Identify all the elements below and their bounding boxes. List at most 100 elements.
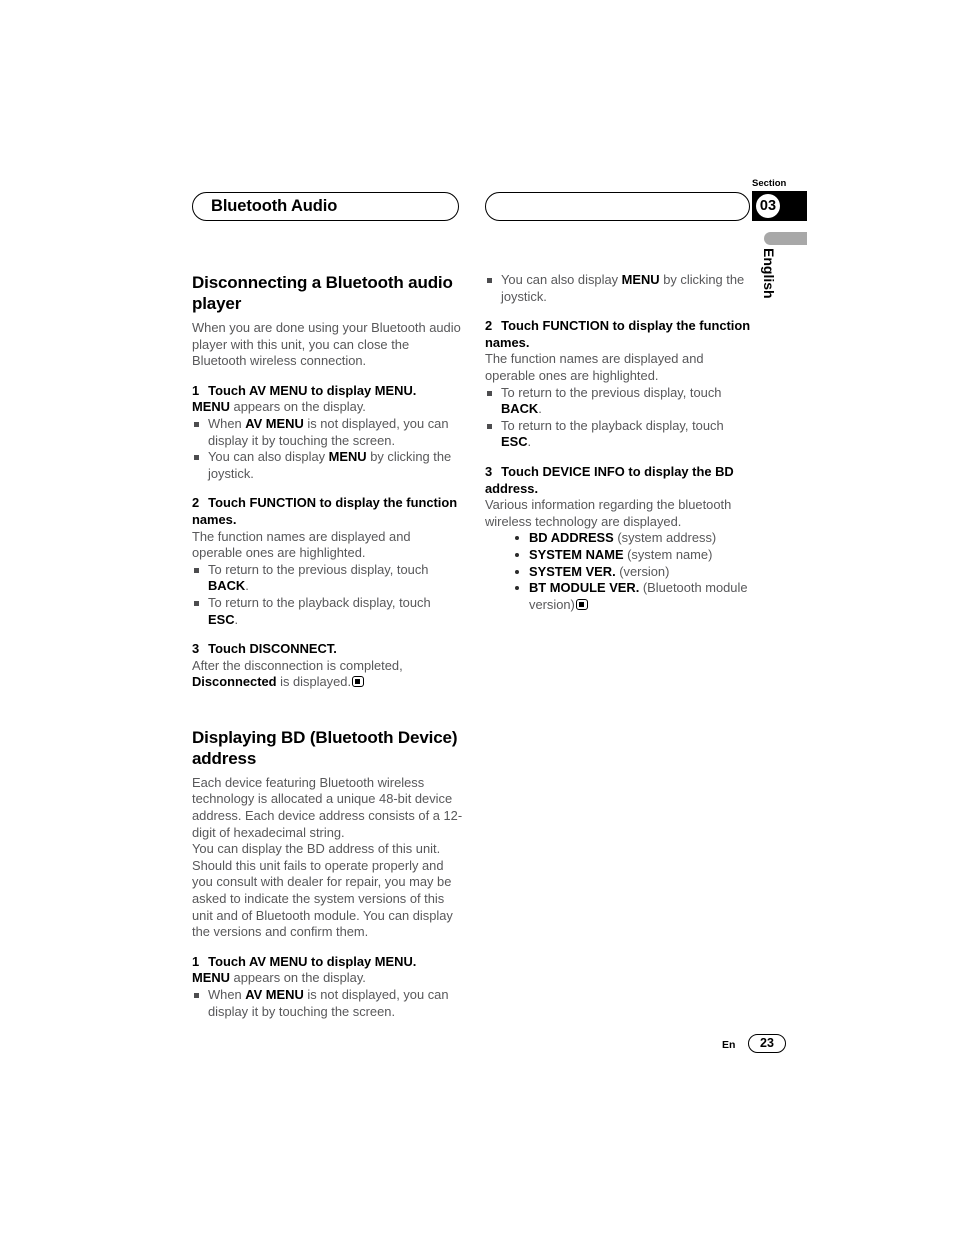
step-1-title: Touch AV MENU to display MENU. [208,382,417,398]
step-2-title: Touch FUNCTION to display the function n… [192,495,458,527]
list-item: BD ADDRESS (system address) [513,530,757,547]
right-note-top: You can also display MENU by clicking th… [485,272,757,305]
note-pre: You can also display [208,449,329,465]
right-step-2-title: Touch FUNCTION to display the function n… [485,318,751,350]
section-heading-disconnecting: Disconnecting a Bluetooth audio player [192,273,453,313]
step-1b-heading: 1 Touch AV MENU to display MENU. [192,954,464,971]
list-item-rest: (system address) [613,530,717,546]
square-bullet-icon [194,421,199,427]
note-keyword: MENU [621,272,660,287]
intro2-paragraph-1: Each device featuring Bluetooth wireless… [192,774,463,840]
note-keyword: AV MENU [245,415,304,431]
step-1b-note: When AV MENU is not displayed, you can d… [192,987,464,1020]
end-of-section-icon [352,676,365,688]
chapter-title-pill: Bluetooth Audio [192,192,459,221]
step-3-body-pre: After the disconnection is completed, [192,657,403,673]
step-1-note-2: You can also display MENU by clicking th… [192,449,464,482]
square-bullet-icon [487,423,492,429]
step-1-body-keyword: MENU [192,399,230,415]
right-step-3-heading: 3 Touch DEVICE INFO to display the BD add… [485,464,757,497]
round-bullet-icon [515,569,519,574]
note-keyword: BACK [501,401,539,417]
intro2-paragraph-2: You can display the BD address of this u… [192,841,453,940]
right-step-2-number: 2 [485,318,493,334]
step-1b-title: Touch AV MENU to display MENU. [208,953,417,969]
step-2-heading: 2 Touch FUNCTION to display the function … [192,495,464,528]
note-keyword: AV MENU [245,987,304,1002]
step-1b-number: 1 [192,953,200,969]
note-keyword: ESC [501,434,528,450]
left-column: Disconnecting a Bluetooth audio player W… [192,272,464,1020]
step-1-body: MENU appears on the display. [192,399,464,416]
square-bullet-icon [194,600,199,606]
manual-page: Bluetooth Audio Section 03 English Disco… [0,0,954,1235]
note-pre: When [208,987,246,1002]
square-bullet-icon [487,278,492,283]
square-bullet-icon [194,455,199,461]
step-1b-body: MENU appears on the display. [192,970,464,987]
step-3-body-post: is displayed. [276,674,352,690]
footer-page-number: 23 [760,1036,774,1050]
note-pre: To return to the playback display, touch [208,594,431,610]
right-column: You can also display MENU by clicking th… [485,272,757,613]
right-step-2-heading: 2 Touch FUNCTION to display the function … [485,318,757,351]
round-bullet-icon [515,536,519,541]
list-item-keyword: SYSTEM VER. [529,563,616,579]
note-pre: You can also display [501,272,622,287]
list-item: SYSTEM VER. (version) [513,564,757,581]
note-pre: When [208,415,246,431]
step-2-note-2: To return to the playback display, touch… [192,595,464,628]
right-step-3-number: 3 [485,463,493,479]
note-post: . [538,401,542,417]
section-heading-displaying-bd: Displaying BD (Bluetooth Device) address [192,727,458,768]
note-post: . [245,578,249,594]
round-bullet-icon [515,586,519,591]
list-item-rest: (version) [615,563,670,579]
list-item-keyword: BD ADDRESS [529,530,614,546]
step-2-note-1: To return to the previous display, touch… [192,562,464,595]
note-pre: To return to the previous display, touch [208,561,429,577]
right-step-3-body: Various information regarding the blueto… [485,497,732,529]
end-of-section-icon [575,598,588,610]
step-2-body: The function names are displayed and ope… [192,528,411,561]
square-bullet-icon [487,390,492,396]
chapter-title-label: Bluetooth Audio [211,196,338,215]
square-bullet-icon [194,993,199,998]
footer-page-badge: 23 [748,1034,786,1053]
language-tab-label: English [761,248,777,299]
note-keyword: BACK [208,578,246,594]
section-number-text: 03 [759,198,777,214]
step-3-body-keyword: Disconnected [192,674,277,690]
step-1-heading: 1 Touch AV MENU to display MENU. [192,383,464,400]
note-post: . [527,434,532,450]
note-keyword: ESC [208,611,235,627]
intro-paragraph: When you are done using your Bluetooth a… [192,320,461,369]
list-item-keyword: SYSTEM NAME [529,546,624,562]
step-1b-body-rest: appears on the display. [229,970,366,986]
list-item-rest: (system name) [623,546,713,562]
right-step-2-body: The function names are displayed and ope… [485,351,704,383]
step-1-note-1: When AV MENU is not displayed, you can d… [192,416,464,449]
list-item: BT MODULE VER. (Bluetooth module version… [513,580,757,613]
list-item: SYSTEM NAME (system name) [513,547,757,564]
right-step-2-note-2: To return to the playback display, touch… [485,418,757,451]
section-number-badge: 03 [752,191,807,221]
note-pre: To return to the playback display, touch [501,417,724,433]
step-3-title: Touch DISCONNECT. [208,641,337,657]
list-item-keyword: BT MODULE VER. [529,580,640,596]
right-step-2-note-1: To return to the previous display, touch… [485,385,757,418]
language-tab-bar [764,232,807,245]
step-3-body: After the disconnection is completed, Di… [192,658,464,691]
step-3-number: 3 [192,641,200,657]
header-empty-pill [485,192,750,221]
section-label: Section [752,178,787,189]
square-bullet-icon [194,567,199,573]
device-info-list: BD ADDRESS (system address) SYSTEM NAME … [485,530,757,613]
step-1b-body-keyword: MENU [192,970,230,986]
footer-language-code: En [722,1039,736,1051]
right-step-3-title: Touch DEVICE INFO to display the BD addr… [485,463,734,496]
step-1-body-rest: appears on the display. [229,399,366,415]
section-number-circle: 03 [756,194,780,218]
step-3-heading: 3 Touch DISCONNECT. [192,641,464,658]
round-bullet-icon [515,552,519,557]
